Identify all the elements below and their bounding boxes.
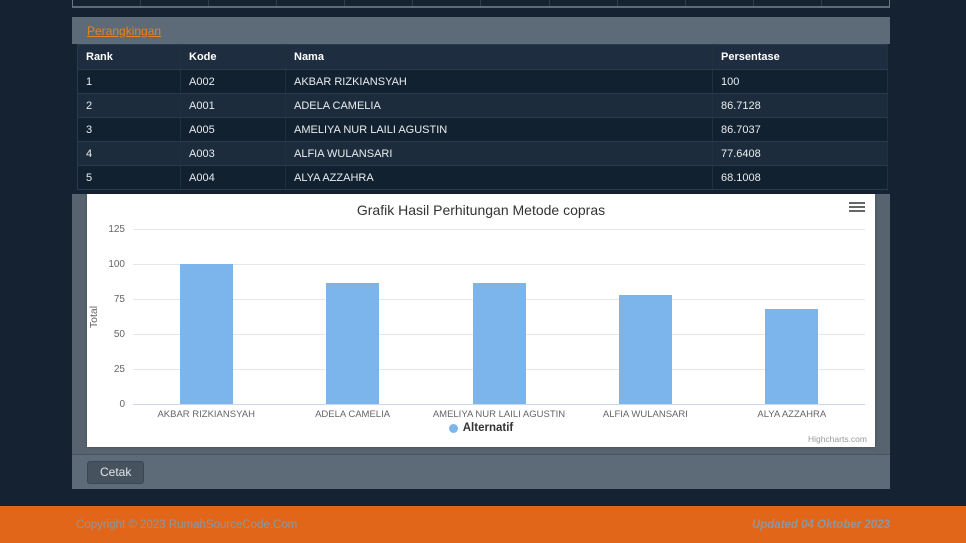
y-tick-label: 75 [113,294,125,305]
remnant-cell [820,0,889,6]
table-row: 2 A001 ADELA CAMELIA 86.7128 [77,93,888,118]
x-axis-line [133,404,865,405]
ranking-panel: Perangkingan Rank Kode Nama Persentase 1 A00… [72,17,890,190]
ranking-table-head: Rank Kode Nama Persentase [77,44,888,70]
remnant-cell [208,0,276,6]
bar-2[interactable] [326,282,380,404]
remnant-cell [480,0,548,6]
cell-rank: 2 [77,93,181,118]
cell-kode: A003 [180,141,286,166]
cell-persentase: 77.6408 [712,141,888,166]
column-header: Kode [180,44,286,70]
y-axis-title: Total [88,305,101,328]
highcharts-credits[interactable]: Highcharts.com [808,434,867,444]
cell-persentase: 100 [712,69,888,94]
cell-kode: A002 [180,69,286,94]
perangkingan-link[interactable]: Perangkingan [87,24,161,38]
cetak-button[interactable]: Cetak [87,461,145,484]
legend-label: Alternatif [462,422,514,434]
cell-rank: 1 [77,69,181,94]
table-row: 4 A003 ALFIA WULANSARI 77.6408 [77,141,888,166]
y-tick-label: 125 [108,224,125,235]
x-category-label: ADELA CAMELIA [315,409,391,420]
remnant-cell [752,0,821,6]
table-row: 5 A004 ALYA AZZAHRA 68.1008 [77,165,888,190]
bar-1[interactable] [179,264,233,404]
x-category-label: ALFIA WULANSARI [602,409,688,420]
remnant-cell [548,0,617,6]
previous-table-remnant [72,0,890,8]
y-tick-label: 100 [108,259,125,270]
cell-nama: AKBAR RIZKIANSYAH [285,69,713,94]
table-row: 3 A005 AMELIYA NUR LAILI AGUSTIN 86.7037 [77,117,888,142]
x-category-label: ALYA AZZAHRA [757,409,827,420]
content-column: Perangkingan Rank Kode Nama Persentase 1 A00… [72,0,890,489]
cell-kode: A001 [180,93,286,118]
chart-panel-footer: Cetak [72,454,890,489]
column-header: Rank [77,44,181,70]
ranking-panel-header: Perangkingan [72,17,890,44]
updated-text: Updated 04 Oktober 2023 [751,518,890,531]
x-category-label: AKBAR RIZKIANSYAH [157,409,255,420]
chart-context-menu-icon[interactable] [849,202,865,214]
column-header: Nama [285,44,713,70]
gridline [133,229,865,230]
page-footer: Copyright © 2023 RumahSourceCode.Com Upd… [0,506,966,543]
cell-persentase: 68.1008 [712,165,888,190]
y-tick-label: 25 [113,364,125,375]
legend-marker-icon [448,423,458,433]
remnant-cell [276,0,344,6]
chart-card: Grafik Hasil Perhitungan Metode copras T… [87,194,875,447]
gridline [133,264,865,265]
column-header: Persentase [712,44,888,70]
chart-title: Grafik Hasil Perhitungan Metode copras [356,202,606,218]
cell-rank: 4 [77,141,181,166]
cell-kode: A004 [180,165,286,190]
bar-5[interactable] [765,308,819,404]
bar-3[interactable] [472,282,526,404]
cell-nama: ALYA AZZAHRA [285,165,713,190]
ranking-table-body: 1 A002 AKBAR RIZKIANSYAH 100 2 A001 ADELA CAME… [77,69,888,190]
bar-4[interactable] [618,295,672,404]
cell-rank: 3 [77,117,181,142]
table-row: 1 A002 AKBAR RIZKIANSYAH 100 [77,69,888,94]
ranking-table: Rank Kode Nama Persentase 1 A002 AKBAR RIZKIA… [77,44,888,190]
header-row: Rank Kode Nama Persentase [77,44,888,70]
cell-nama: ADELA CAMELIA [285,93,713,118]
y-tick-label: 0 [119,399,125,410]
remnant-cell [73,0,140,6]
cell-rank: 5 [77,165,181,190]
cell-persentase: 86.7037 [712,117,888,142]
remnant-cell [140,0,208,6]
remnant-cell [344,0,412,6]
legend[interactable]: Alternatif [87,422,875,434]
copyright-text: Copyright © 2023 RumahSourceCode.Com [76,518,298,531]
cell-nama: AMELIYA NUR LAILI AGUSTIN [285,117,713,142]
x-category-label: AMELIYA NUR LAILI AGUSTIN [432,409,566,420]
cell-kode: A005 [180,117,286,142]
cell-persentase: 86.7128 [712,93,888,118]
remnant-cell [412,0,480,6]
remnant-cell [616,0,685,6]
y-tick-label: 50 [113,329,125,340]
remnant-cell [684,0,753,6]
chart-panel: Grafik Hasil Perhitungan Metode copras T… [72,194,890,489]
cell-nama: ALFIA WULANSARI [285,141,713,166]
